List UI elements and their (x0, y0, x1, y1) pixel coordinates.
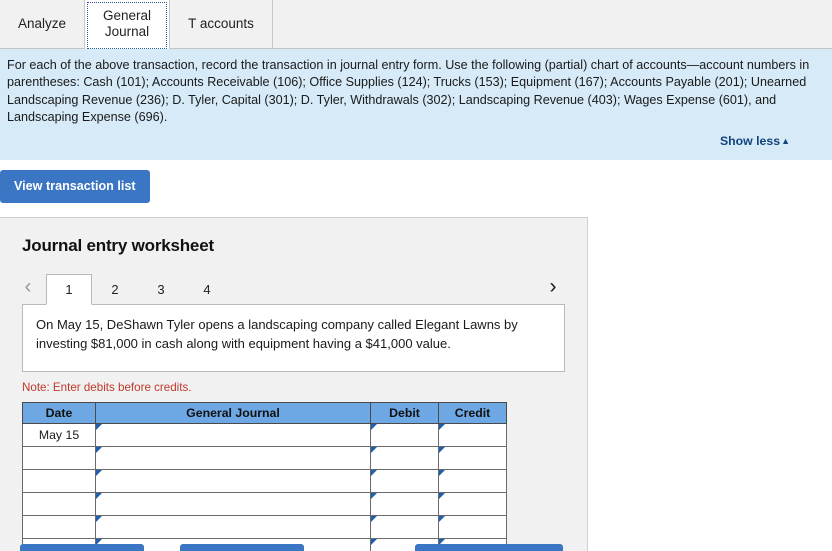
instruction-text: For each of the above transaction, recor… (7, 58, 810, 124)
row-2-date (22, 469, 96, 494)
tab-analyze[interactable]: Analyze (0, 0, 86, 48)
worksheet-page-2-label: 2 (111, 282, 119, 298)
cell-marker-icon (439, 424, 445, 431)
row-3-credit-cell[interactable] (438, 492, 507, 517)
row-3-debit-input[interactable] (371, 493, 438, 516)
bottom-button-3[interactable] (415, 544, 563, 551)
table-row (22, 492, 507, 517)
cell-marker-icon (439, 516, 445, 523)
row-3-credit-input[interactable] (439, 493, 506, 516)
row-4-debit-input[interactable] (371, 516, 438, 539)
table-row (22, 469, 507, 494)
row-0-general-journal-cell[interactable] (95, 423, 371, 448)
cell-marker-icon (371, 424, 377, 431)
cell-marker-icon (371, 470, 377, 477)
row-0-date: May 15 (22, 423, 96, 448)
tab-t-accounts-label: T accounts (188, 16, 254, 32)
row-4-general-journal-cell[interactable] (95, 515, 371, 540)
top-tab-strip: Analyze General Journal T accounts (0, 0, 832, 49)
row-0-credit-cell[interactable] (438, 423, 507, 448)
cell-marker-icon (96, 516, 102, 523)
worksheet-title: Journal entry worksheet (22, 236, 214, 256)
worksheet-page-2[interactable]: 2 (92, 274, 138, 304)
row-2-general-journal-input[interactable] (96, 470, 370, 493)
show-less-label: Show less (719, 134, 781, 148)
row-4-debit-cell[interactable] (370, 515, 439, 540)
worksheet-page-1-label: 1 (65, 282, 73, 298)
row-1-credit-cell[interactable] (438, 446, 507, 471)
column-header-general-journal: General Journal (95, 402, 371, 425)
row-0-general-journal-input[interactable] (96, 424, 370, 447)
view-transaction-list-container: View transaction list (0, 160, 832, 204)
row-2-credit-cell[interactable] (438, 469, 507, 494)
table-row (22, 515, 507, 540)
view-transaction-list-button[interactable]: View transaction list (0, 170, 150, 204)
prev-page-icon[interactable]: ‹ (14, 270, 42, 302)
cell-marker-icon (439, 447, 445, 454)
cell-marker-icon (96, 493, 102, 500)
row-0-credit-input[interactable] (439, 424, 506, 447)
cell-marker-icon (96, 424, 102, 431)
column-header-debit: Debit (370, 402, 439, 425)
cell-marker-icon (96, 447, 102, 454)
transaction-description-text: On May 15, DeShawn Tyler opens a landsca… (36, 317, 518, 352)
journal-table-header-row: Date General Journal Debit Credit (22, 402, 507, 425)
worksheet-page-4[interactable]: 4 (184, 274, 230, 304)
row-1-date (22, 446, 96, 471)
table-row: May 15 (22, 423, 507, 448)
worksheet-page-tabs: 1 2 3 4 (46, 274, 230, 306)
journal-table-body: May 15 (22, 423, 507, 551)
next-page-icon[interactable]: › (539, 270, 567, 302)
journal-entry-worksheet-panel: Journal entry worksheet ‹ 1 2 3 4 › On M… (0, 217, 588, 551)
row-0-debit-cell[interactable] (370, 423, 439, 448)
row-2-general-journal-cell[interactable] (95, 469, 371, 494)
show-less-link[interactable]: Show less▲ (720, 134, 790, 148)
row-3-date (22, 492, 96, 517)
row-4-credit-cell[interactable] (438, 515, 507, 540)
journal-entry-table: Date General Journal Debit Credit May 15 (22, 402, 507, 551)
row-2-credit-input[interactable] (439, 470, 506, 493)
cell-marker-icon (371, 447, 377, 454)
row-4-credit-input[interactable] (439, 516, 506, 539)
tab-general-journal[interactable]: General Journal (85, 0, 171, 49)
cell-marker-icon (96, 470, 102, 477)
table-row (22, 446, 507, 471)
journal-table-container: Date General Journal Debit Credit May 15 (22, 402, 587, 551)
row-2-debit-cell[interactable] (370, 469, 439, 494)
row-1-general-journal-input[interactable] (96, 447, 370, 470)
row-3-general-journal-cell[interactable] (95, 492, 371, 517)
show-less-container: Show less▲ (7, 133, 822, 150)
tab-t-accounts[interactable]: T accounts (170, 0, 273, 48)
cell-marker-icon (371, 516, 377, 523)
bottom-button-2[interactable] (180, 544, 304, 551)
worksheet-page-1[interactable]: 1 (46, 274, 92, 306)
row-1-debit-input[interactable] (371, 447, 438, 470)
bottom-action-bar (0, 544, 832, 551)
tab-analyze-label: Analyze (18, 16, 67, 32)
column-header-credit: Credit (438, 402, 507, 425)
column-header-date: Date (22, 402, 96, 425)
cell-marker-icon (439, 470, 445, 477)
row-1-credit-input[interactable] (439, 447, 506, 470)
transaction-description-box: On May 15, DeShawn Tyler opens a landsca… (22, 304, 565, 373)
worksheet-pager: ‹ 1 2 3 4 › (0, 270, 587, 306)
row-2-debit-input[interactable] (371, 470, 438, 493)
row-1-general-journal-cell[interactable] (95, 446, 371, 471)
cell-marker-icon (371, 493, 377, 500)
row-0-debit-input[interactable] (371, 424, 438, 447)
row-3-general-journal-input[interactable] (96, 493, 370, 516)
worksheet-page-3-label: 3 (157, 282, 165, 298)
instruction-banner: For each of the above transaction, recor… (0, 49, 832, 161)
tab-general-journal-label: General Journal (103, 8, 152, 39)
debits-before-credits-note: Note: Enter debits before credits. (22, 381, 192, 395)
worksheet-page-3[interactable]: 3 (138, 274, 184, 304)
row-1-debit-cell[interactable] (370, 446, 439, 471)
caret-up-icon: ▲ (781, 136, 790, 146)
row-4-date (22, 515, 96, 540)
cell-marker-icon (439, 493, 445, 500)
bottom-button-1[interactable] (20, 544, 144, 551)
worksheet-page-4-label: 4 (203, 282, 211, 298)
row-4-general-journal-input[interactable] (96, 516, 370, 539)
row-3-debit-cell[interactable] (370, 492, 439, 517)
